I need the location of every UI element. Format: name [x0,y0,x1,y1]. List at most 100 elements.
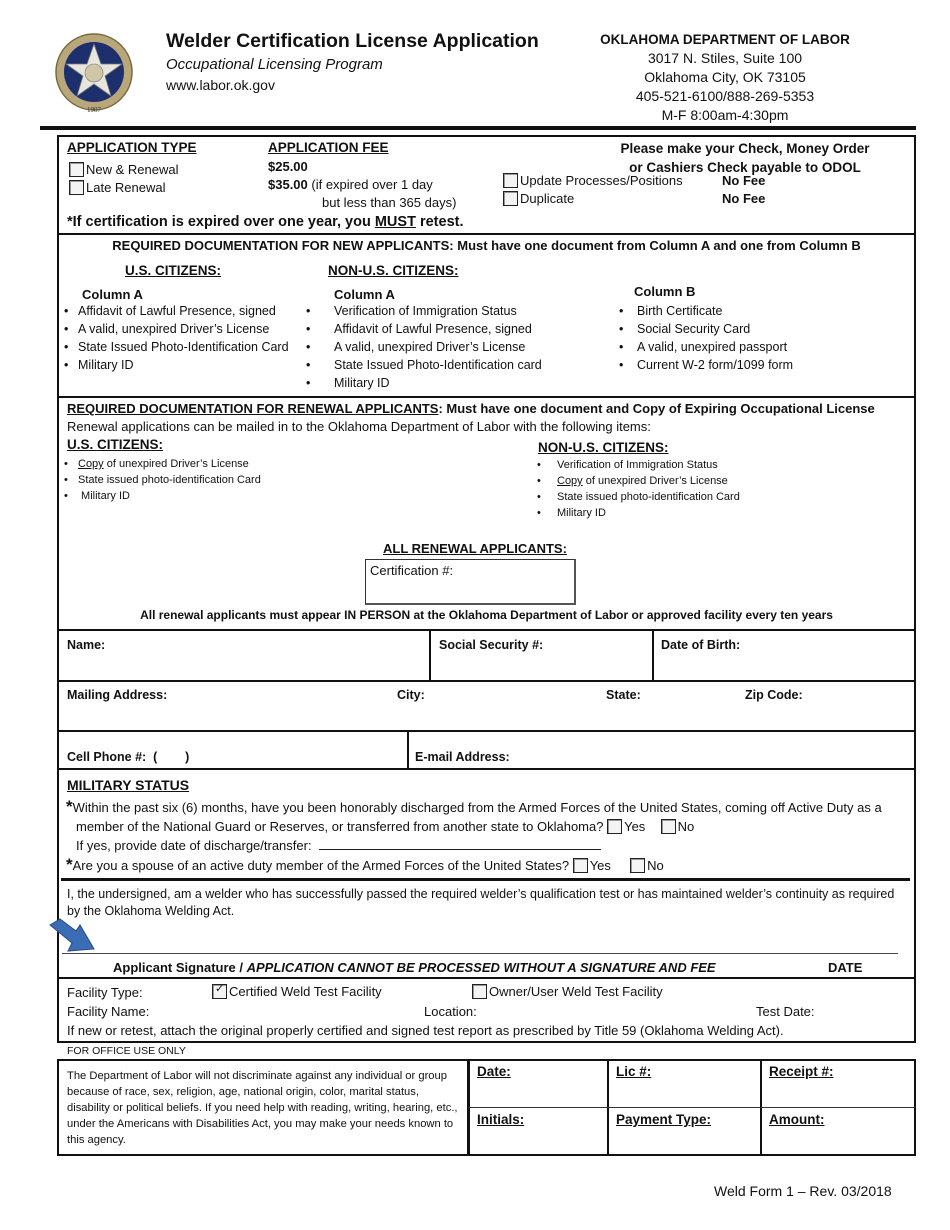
new-nonus-heading: NON-U.S. CITIZENS: [328,263,459,278]
list-item: Birth Certificate [615,302,793,320]
state-label: State: [606,688,641,702]
military-q1-line1: Within the past six (6) months, have you… [72,800,882,815]
list-item: A valid, unexpired Driver’s License [60,320,289,338]
list-item-underlined: Copy [557,475,583,487]
list-item: Affidavit of Lawful Presence, signed [302,320,542,338]
checkbox-owner-facility[interactable] [472,984,487,999]
option-owner-facility[interactable]: Owner/User Weld Test Facility [472,984,663,999]
fee-standard: $25.00 [268,159,308,174]
asterisk: * [66,855,73,874]
list-item-text: Military ID [557,507,606,519]
checkbox-q1-yes[interactable] [607,819,623,834]
checkbox-late-renewal[interactable] [69,180,84,195]
certification-number-label: Certification #: [370,563,454,578]
checkbox-q1-no[interactable] [660,819,676,834]
fee-late-note-2: but less than 365 days) [322,195,457,210]
list-item-text: of unexpired Driver’s License [103,458,249,470]
certification-number-field[interactable]: Certification #: [365,559,576,605]
test-date-input[interactable] [822,1002,910,1019]
asterisk: * [66,797,73,816]
website-link[interactable]: www.labor.ok.gov [166,77,275,93]
new-docs-heading: REQUIRED DOCUMENTATION FOR NEW APPLICANT… [112,238,861,253]
list-item: Copy of unexpired Driver’s License [60,456,261,472]
dob-label: Date of Birth: [661,638,741,652]
option-certified-facility[interactable]: Certified Weld Test Facility [212,982,382,999]
signature-label: Applicant Signature / APPLICATION CANNOT… [113,960,716,975]
list-item: A valid, unexpired passport [615,338,793,356]
nondiscrimination-disclaimer: The Department of Labor will not discrim… [67,1070,458,1146]
divider [57,977,916,979]
location-input[interactable] [485,1002,745,1019]
facility-name-input[interactable] [160,1002,410,1019]
signature-label-text: Applicant Signature / [113,960,247,975]
office-initials-label: Initials: [477,1112,525,1127]
cell-phone-label: Cell Phone #: ( ) [67,750,190,764]
retest-warning: *If certification is expired over one ye… [67,214,464,230]
divider [57,396,916,398]
payment-line-1: Please make your Check, Money Order [620,141,870,156]
option-label: Duplicate [520,191,575,206]
list-item: State Issued Photo-Identification card [302,356,542,374]
mailing-address-input[interactable] [60,705,390,727]
option-late-renewal[interactable]: Late Renewal [69,180,166,195]
ssn-label: Social Security #: [439,638,544,652]
agency-name: OKLAHOMA DEPARTMENT OF LABOR [600,32,850,47]
option-duplicate[interactable]: Duplicate [503,191,574,206]
option-label: Certified Weld Test Facility [229,984,382,999]
column-b-title: Column B [634,284,696,299]
office-date-label: Date: [477,1064,511,1079]
city-input[interactable] [397,705,597,727]
ssn-input[interactable] [432,655,650,677]
office-lic-label: Lic #: [616,1064,652,1079]
option-label: New & Renewal [86,162,179,177]
state-input[interactable] [606,705,736,727]
email-input[interactable] [510,746,910,766]
payment-instruction: Please make your Check, Money Order or C… [590,139,900,177]
list-item-text: A valid, unexpired Driver’s License [334,340,526,354]
zip-input[interactable] [745,705,910,727]
checkbox-update-processes[interactable] [503,173,518,188]
name-input[interactable] [60,655,428,677]
checkbox-duplicate[interactable] [503,191,518,206]
name-label: Name: [67,638,106,652]
fee-late: $35.00 (if expired over 1 day [268,177,433,192]
agency-address2: Oklahoma City, OK 73105 [644,69,806,85]
list-item-text: of unexpired Driver’s License [582,475,728,487]
no-label: No [677,819,695,834]
option-label: Owner/User Weld Test Facility [489,984,663,999]
us-column-a-title: Column A [82,287,143,302]
yes-label: Yes [624,819,646,834]
program-subtitle: Occupational Licensing Program [166,56,383,73]
renewal-heading-main: REQUIRED DOCUMENTATION FOR RENEWAL APPLI… [67,401,439,416]
checkbox-new-renewal[interactable] [69,162,84,177]
checkbox-certified-facility[interactable] [212,982,227,999]
option-update-processes[interactable]: Update Processes/Positions [503,173,683,188]
agency-phone: 405-521-6100/888-269-5353 [635,88,815,104]
divider-thick [61,878,910,881]
divider [468,1107,915,1108]
column-b-list: Birth Certificate Social Security Card A… [615,302,793,374]
divider [429,631,431,681]
mailing-address-label: Mailing Address: [67,688,168,702]
discharge-date-input[interactable] [319,838,602,850]
list-item-text: State Issued Photo-Identification card [334,358,542,372]
checkbox-q2-no[interactable] [630,858,646,873]
application-fee-heading: APPLICATION FEE [268,140,389,155]
signature-line[interactable] [62,953,898,954]
signature-date-label: DATE [828,960,863,975]
cell-phone-input[interactable] [190,746,400,766]
fee-duplicate: No Fee [722,191,766,206]
application-type-heading: APPLICATION TYPE [67,140,197,155]
fee-update: No Fee [722,173,766,188]
list-item: Copy of unexpired Driver’s License [533,473,740,489]
facility-name-label: Facility Name: [67,1004,150,1019]
email-label: E-mail Address: [415,750,510,764]
list-item-text: Verification of Immigration Status [334,304,517,318]
office-payment-type-label: Payment Type: [616,1112,712,1127]
dob-input[interactable] [655,655,913,677]
option-new-renewal[interactable]: New & Renewal [69,162,179,177]
attestation-text: I, the undersigned, am a welder who has … [67,887,895,918]
list-item: State issued photo-identification Card [60,472,261,488]
checkbox-q2-yes[interactable] [572,858,588,873]
retest-text-end: retest. [415,214,464,230]
